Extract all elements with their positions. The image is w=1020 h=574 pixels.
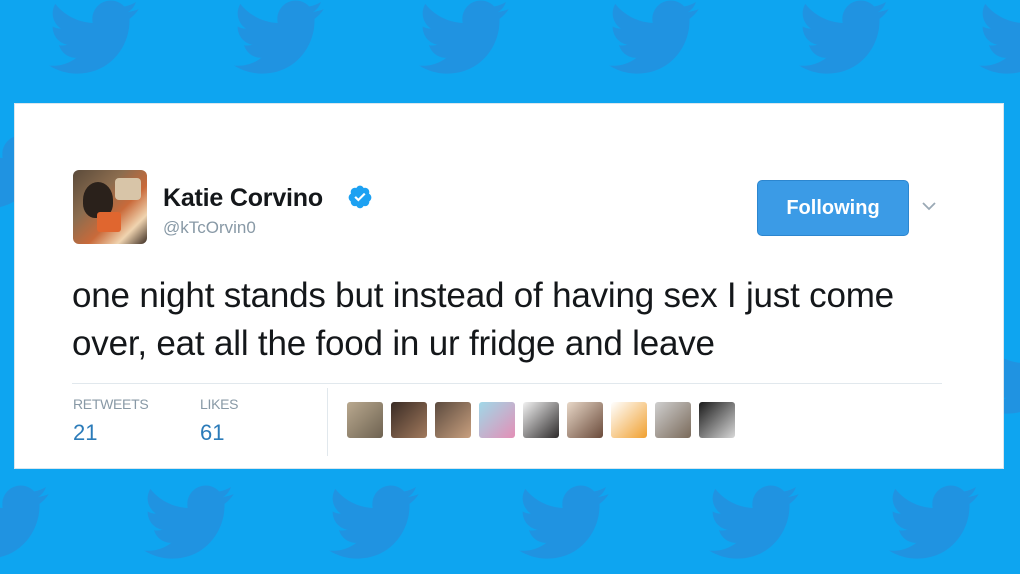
twitter-bird-icon — [135, 475, 245, 565]
twitter-bird-icon — [700, 475, 810, 565]
liker-avatar[interactable] — [479, 402, 515, 438]
following-button[interactable]: Following — [757, 180, 909, 236]
retweets-label: RETWEETS — [73, 396, 149, 412]
liker-avatar[interactable] — [347, 402, 383, 438]
twitter-bird-icon — [40, 0, 150, 80]
tweet-card: Katie Corvino @kTcOrvin0 Following one n… — [14, 103, 1004, 469]
likes-count: 61 — [200, 420, 225, 445]
liker-avatar[interactable] — [391, 402, 427, 438]
chevron-down-icon[interactable] — [921, 200, 937, 212]
liker-avatar[interactable] — [435, 402, 471, 438]
twitter-bird-icon — [225, 0, 335, 80]
tweet-text: one night stands but instead of having s… — [72, 276, 894, 363]
avatar[interactable] — [73, 170, 147, 244]
liker-avatar[interactable] — [699, 402, 735, 438]
retweets-stat[interactable]: RETWEETS 21 — [73, 396, 149, 446]
likes-label: LIKES — [200, 396, 239, 412]
twitter-bird-icon — [320, 475, 430, 565]
twitter-bird-icon — [600, 0, 710, 80]
liker-avatar[interactable] — [655, 402, 691, 438]
liker-avatars — [347, 402, 735, 438]
divider — [72, 383, 942, 384]
display-name[interactable]: Katie Corvino — [163, 184, 323, 213]
liker-avatar[interactable] — [523, 402, 559, 438]
twitter-bird-icon — [410, 0, 520, 80]
verified-badge-icon — [348, 185, 372, 209]
twitter-bird-icon — [510, 475, 620, 565]
twitter-bird-icon — [790, 0, 900, 80]
user-handle[interactable]: @kTcOrvin0 — [163, 218, 256, 238]
twitter-bird-icon — [970, 0, 1020, 80]
twitter-bird-icon — [0, 475, 60, 565]
likes-stat[interactable]: LIKES 61 — [200, 396, 239, 446]
twitter-bird-icon — [880, 475, 990, 565]
retweets-count: 21 — [73, 420, 98, 445]
liker-avatar[interactable] — [611, 402, 647, 438]
liker-avatar[interactable] — [567, 402, 603, 438]
stats-divider — [327, 388, 328, 456]
